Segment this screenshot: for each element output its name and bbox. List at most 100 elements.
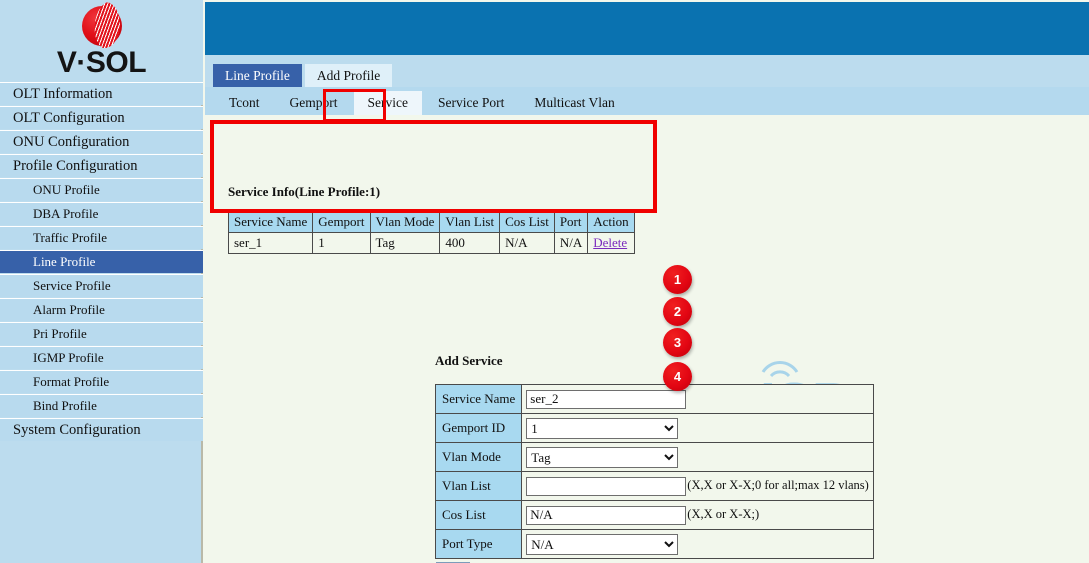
sidebar-item-pri-profile[interactable]: Pri Profile [0, 322, 203, 345]
subtab-multicast-vlan[interactable]: Multicast Vlan [520, 91, 629, 115]
sidebar-item-olt-configuration[interactable]: OLT Configuration [0, 106, 203, 129]
sidebar-item-label: IGMP Profile [33, 350, 104, 365]
sidebar-item-igmp-profile[interactable]: IGMP Profile [0, 346, 203, 369]
field-vlan-list: (X,X or X-X;0 for all;max 12 vlans) [521, 471, 874, 501]
field-gemport-id: 1 [521, 413, 874, 443]
vsol-sphere-logo-icon [80, 5, 124, 47]
sidebar-item-bind-profile[interactable]: Bind Profile [0, 394, 203, 417]
column-header: Cos List [499, 211, 555, 233]
form-row-vlan-list: Vlan List (X,X or X-X;0 for all;max 12 v… [434, 471, 874, 501]
content-area: Line Profile Add Profile Tcont Gemport Serv… [205, 55, 1089, 563]
column-header: Vlan Mode [369, 211, 441, 233]
vlan-mode-select[interactable]: Tag [526, 446, 679, 468]
sidebar-item-label: ONU Configuration [13, 133, 130, 150]
sidebar-item-onu-configuration[interactable]: ONU Configuration [0, 130, 203, 153]
column-header: Vlan List [439, 211, 501, 233]
sidebar-item-label: Service Profile [33, 278, 111, 293]
sidebar-item-label: Bind Profile [33, 398, 97, 413]
sidebar-item-format-profile[interactable]: Format Profile [0, 370, 203, 393]
gemport-id-select[interactable]: 1 [526, 417, 679, 439]
sidebar-item-label: DBA Profile [33, 206, 99, 221]
subtab-gemport[interactable]: Gemport [275, 91, 352, 115]
table-row: ser_1 1 Tag 400 N/A N/A Delete [227, 232, 635, 254]
sidebar-item-label: Profile Configuration [13, 157, 138, 174]
form-row-cos-list: Cos List (X,X or X-X;) [434, 500, 874, 530]
label-cos-list: Cos List [434, 500, 523, 530]
subtab-service-port[interactable]: Service Port [424, 91, 519, 115]
sidebar-item-dba-profile[interactable]: DBA Profile [0, 202, 203, 225]
cell-service-name: ser_1 [227, 232, 314, 254]
cell-cos-list: N/A [499, 232, 555, 254]
add-service-form: Service Name Gemport ID 1 Vlan Mode [434, 384, 874, 559]
label-vlan-list: Vlan List [434, 471, 523, 501]
sidebar-item-profile-configuration[interactable]: Profile Configuration [0, 154, 203, 177]
form-row-service-name: Service Name [434, 384, 874, 414]
service-info-panel: Service Info(Line Profile:1) Service Nam… [210, 177, 657, 265]
sidebar: V·SOL OLT Information OLT Configuration ON… [0, 0, 203, 563]
sidebar-item-label: Format Profile [33, 374, 110, 389]
sidebar-item-label: Traffic Profile [33, 230, 108, 245]
page-root: V·SOL OLT Information OLT Configuration ON… [0, 0, 1089, 563]
annotation-badge-1: 1 [663, 265, 692, 294]
form-row-port-type: Port Type N/A [434, 529, 874, 559]
panel-body: Service Info(Line Profile:1) Service Nam… [205, 115, 1089, 563]
subtab-tcont[interactable]: Tcont [215, 91, 274, 115]
column-header: Service Name [227, 211, 314, 233]
port-type-select[interactable]: N/A [526, 533, 679, 555]
column-header: Action [587, 211, 635, 233]
field-service-name [521, 384, 874, 414]
label-vlan-mode: Vlan Mode [434, 442, 523, 472]
sidebar-item-service-profile[interactable]: Service Profile [0, 274, 203, 297]
delete-link[interactable]: Delete [593, 235, 627, 250]
header-bar [205, 2, 1089, 55]
table-body: ser_1 1 Tag 400 N/A N/A Delete [227, 232, 635, 254]
service-info-title: Service Info(Line Profile:1) [228, 184, 381, 199]
sidebar-item-label: OLT Configuration [13, 109, 125, 126]
sidebar-item-line-profile[interactable]: Line Profile [0, 250, 203, 273]
column-header: Gemport [312, 211, 371, 233]
cos-list-input[interactable] [526, 505, 687, 525]
cell-gemport: 1 [312, 232, 371, 254]
sidebar-item-label: System Configuration [13, 421, 141, 438]
cell-vlan-mode: Tag [369, 232, 441, 254]
field-cos-list: (X,X or X-X;) [521, 500, 874, 530]
cos-list-hint: (X,X or X-X;) [687, 506, 760, 521]
brand-logo[interactable]: V·SOL [0, 0, 203, 82]
sidebar-item-onu-profile[interactable]: ONU Profile [0, 178, 203, 201]
sidebar-menu: OLT Information OLT Configuration ONU Conf… [0, 82, 203, 442]
table-header-row: Service Name Gemport Vlan Mode Vlan List Cos… [227, 211, 635, 233]
annotation-badge-3: 3 [663, 328, 692, 357]
cell-action: Delete [587, 232, 635, 254]
vlan-list-hint: (X,X or X-X;0 for all;max 12 vlans) [687, 477, 869, 492]
label-service-name: Service Name [434, 384, 523, 414]
secondary-tab-bar: Tcont Gemport Service Service Port Multicast… [205, 87, 1089, 115]
vlan-list-input[interactable] [526, 476, 687, 496]
sidebar-item-alarm-profile[interactable]: Alarm Profile [0, 298, 203, 321]
tab-line-profile[interactable]: Line Profile [213, 64, 302, 87]
sidebar-item-system-configuration[interactable]: System Configuration [0, 418, 203, 441]
service-name-input[interactable] [526, 389, 687, 409]
field-vlan-mode: Tag [521, 442, 874, 472]
label-port-type: Port Type [434, 529, 523, 559]
sidebar-item-label: Line Profile [33, 254, 96, 269]
sidebar-item-traffic-profile[interactable]: Traffic Profile [0, 226, 203, 249]
column-header: Port [553, 211, 589, 233]
field-port-type: N/A [521, 529, 874, 559]
annotation-badge-4: 4 [663, 362, 692, 391]
label-gemport-id: Gemport ID [434, 413, 523, 443]
wifi-arc-icon [761, 361, 799, 378]
sidebar-item-label: ONU Profile [33, 182, 100, 197]
sidebar-item-label: Pri Profile [33, 326, 87, 341]
add-service-title: Add Service [435, 353, 503, 368]
primary-tab-bar: Line Profile Add Profile [205, 55, 1089, 87]
service-info-table: Service Name Gemport Vlan Mode Vlan List Cos… [227, 211, 635, 254]
cell-vlan-list: 400 [439, 232, 501, 254]
subtab-service[interactable]: Service [353, 91, 423, 115]
form-row-gemport-id: Gemport ID 1 [434, 413, 874, 443]
cell-port: N/A [553, 232, 589, 254]
annotation-badge-2: 2 [663, 297, 692, 326]
sidebar-item-label: Alarm Profile [33, 302, 105, 317]
tab-add-profile[interactable]: Add Profile [304, 64, 393, 87]
brand-logo-text: V·SOL [56, 45, 147, 79]
sidebar-item-olt-information[interactable]: OLT Information [0, 82, 203, 105]
